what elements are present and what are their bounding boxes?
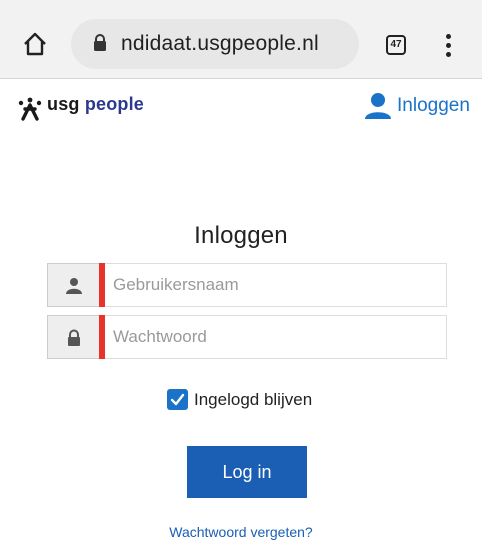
home-icon[interactable]	[22, 31, 48, 57]
lock-icon	[68, 329, 80, 346]
password-addon	[47, 315, 99, 359]
username-field-group	[47, 263, 447, 307]
forgot-password-link[interactable]: Wachtwoord vergeten?	[0, 524, 482, 540]
username-addon	[47, 263, 99, 307]
address-bar[interactable]: ndidaat.usgpeople.nl	[71, 19, 359, 69]
lock-icon	[94, 34, 106, 51]
usg-people-logo[interactable]: usg people	[17, 95, 144, 121]
header-login-label: Inloggen	[397, 95, 470, 116]
log-in-button[interactable]: Log in	[187, 446, 307, 498]
more-menu-icon[interactable]	[444, 34, 452, 58]
user-icon	[365, 93, 391, 119]
login-form-title: Inloggen	[194, 222, 288, 249]
remember-me-checkbox[interactable]: Ingelogd blijven	[167, 389, 312, 410]
browser-toolbar: ndidaat.usgpeople.nl 47	[0, 0, 482, 79]
logo-text: usg people	[47, 94, 145, 114]
remember-me-label: Ingelogd blijven	[194, 389, 313, 409]
password-input[interactable]	[105, 315, 447, 359]
password-field-group	[47, 315, 447, 359]
checkbox-checked-icon[interactable]	[167, 389, 188, 410]
user-icon	[66, 278, 82, 294]
logo-mark-icon	[18, 97, 42, 121]
header-login-link[interactable]: Inloggen	[364, 92, 470, 120]
username-input[interactable]	[105, 263, 447, 307]
tab-switcher-button[interactable]: 47	[386, 35, 406, 55]
url-text: ndidaat.usgpeople.nl	[121, 32, 319, 55]
